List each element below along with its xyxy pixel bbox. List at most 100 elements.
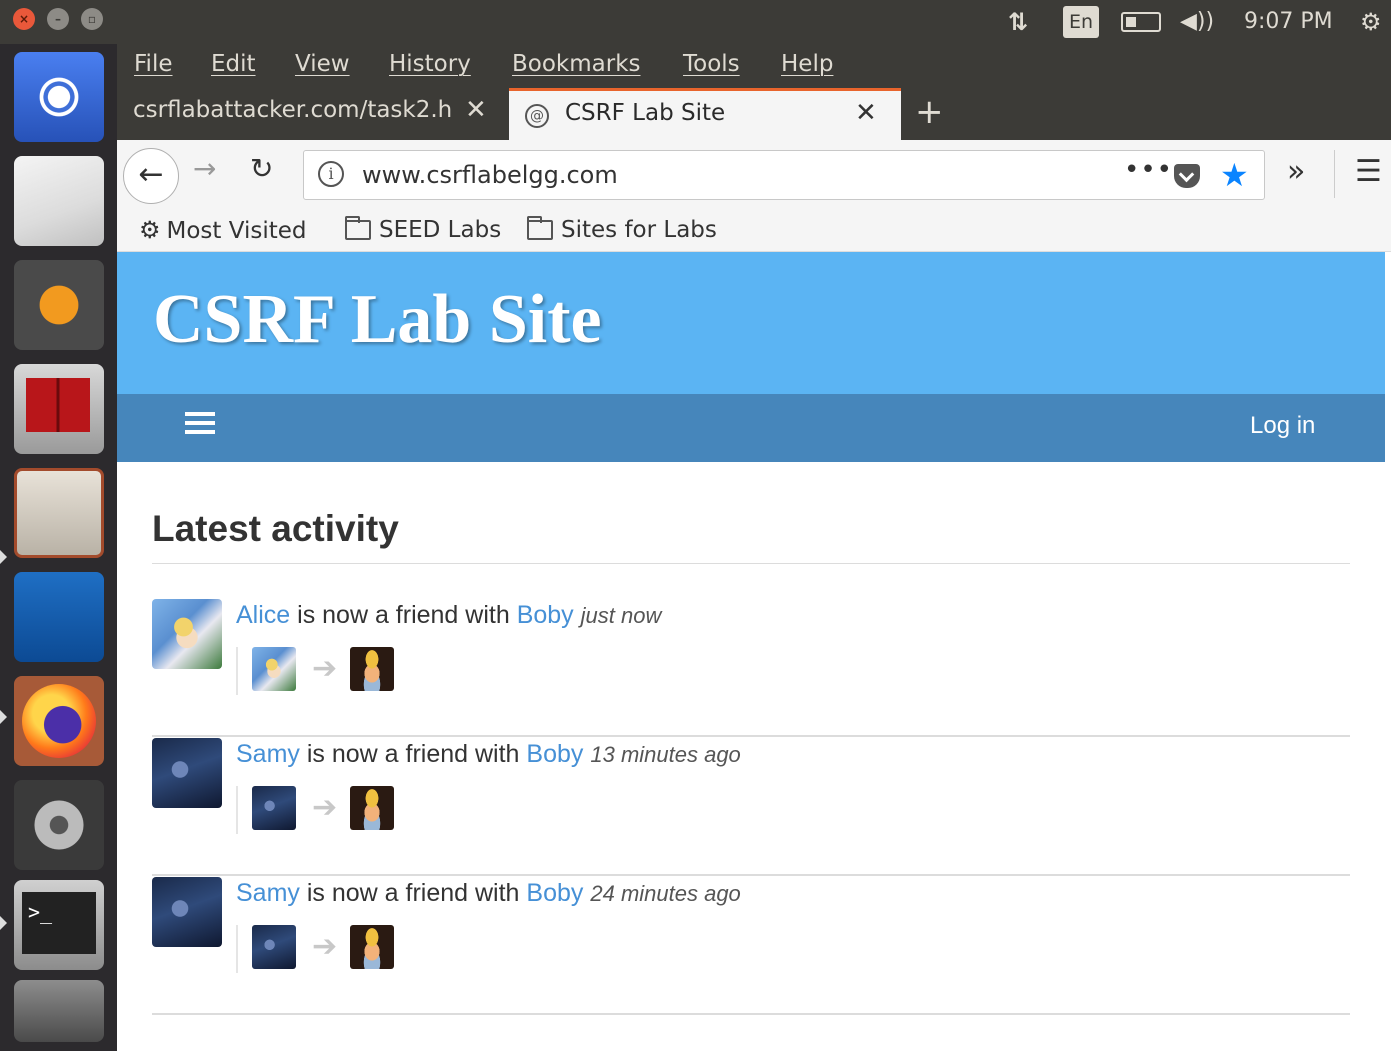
site-menu-icon[interactable] [185, 412, 215, 444]
activity-text: Alice is now a friend with Boby just now [236, 601, 661, 630]
menu-file[interactable]: File [134, 44, 173, 84]
system-gear-icon[interactable]: ⚙ [1360, 0, 1382, 44]
window-maximize-button[interactable]: ▫ [81, 8, 103, 30]
heading-divider [152, 563, 1350, 564]
avatar[interactable] [152, 877, 222, 947]
bookmark-seed-labs[interactable]: SEED Labs [345, 208, 501, 252]
tab-close-icon[interactable]: ✕ [855, 98, 877, 128]
url-text[interactable]: www.csrflabelgg.com [362, 161, 618, 189]
avatar[interactable] [350, 786, 394, 830]
login-link[interactable]: Log in [1250, 412, 1315, 440]
arrow-right-icon: ➔ [312, 791, 338, 824]
forward-button[interactable]: → [193, 152, 216, 185]
activity-item: Alice is now a friend with Boby just now… [152, 599, 1350, 737]
activity-item: Samy is now a friend with Boby 13 minute… [152, 738, 1350, 876]
system-monitor-screen [26, 378, 90, 432]
friendship-attachment: ➔ [236, 786, 394, 834]
menu-help[interactable]: Help [781, 44, 833, 84]
avatar[interactable] [252, 647, 296, 691]
clock[interactable]: 9:07 PM [1244, 0, 1333, 44]
bookmark-label: Sites for Labs [561, 217, 717, 243]
new-tab-button[interactable]: + [915, 88, 944, 136]
terminal-icon[interactable]: >_ [14, 880, 104, 970]
bookmarks-toolbar: ⚙ Most Visited SEED Labs Sites for Labs [117, 208, 1391, 252]
site-title[interactable]: CSRF Lab Site [153, 280, 602, 360]
page-actions-icon[interactable]: ••• [1124, 155, 1173, 185]
tab-title: csrflabattacker.com/task2.h [133, 97, 453, 123]
site-header: CSRF Lab Site [117, 252, 1385, 394]
object-user-link[interactable]: Boby [517, 601, 574, 629]
toolbar-separator [1334, 150, 1335, 198]
keyboard-language-indicator[interactable]: En [1063, 6, 1099, 38]
system-settings-icon[interactable] [14, 780, 104, 870]
arrow-right-icon: ➔ [312, 930, 338, 963]
launcher-running-indicator [0, 916, 7, 930]
volume-icon[interactable]: ◀)) [1180, 0, 1214, 44]
window-close-button[interactable]: × [13, 8, 35, 30]
friendship-attachment: ➔ [236, 925, 394, 973]
battery-icon[interactable] [1121, 12, 1161, 32]
tab-attacker[interactable]: csrflabattacker.com/task2.h ✕ [117, 88, 507, 140]
activity-timestamp: just now [580, 603, 662, 628]
back-button[interactable]: ← [123, 148, 179, 204]
browser-menu-icon[interactable]: ☰ [1355, 154, 1382, 189]
subject-user-link[interactable]: Samy [236, 740, 300, 768]
page-content: CSRF Lab Site Log in Latest activity Ali… [117, 252, 1391, 1051]
sublime-text-icon[interactable] [14, 260, 104, 350]
avatar[interactable] [152, 738, 222, 808]
bookmark-most-visited[interactable]: ⚙ Most Visited [139, 208, 307, 252]
avatar[interactable] [252, 786, 296, 830]
tab-strip: csrflabattacker.com/task2.h ✕ @ CSRF Lab… [117, 84, 1391, 140]
object-user-link[interactable]: Boby [526, 740, 583, 768]
tab-csrf-lab-site[interactable]: @ CSRF Lab Site ✕ [509, 88, 901, 140]
activity-timestamp: 13 minutes ago [590, 742, 741, 767]
activity-text: Samy is now a friend with Boby 13 minute… [236, 740, 741, 769]
gear-icon: ⚙ [139, 216, 161, 244]
avatar[interactable] [252, 925, 296, 969]
launcher: >_ [0, 44, 117, 1051]
activity-timestamp: 24 minutes ago [590, 881, 741, 906]
avatar[interactable] [350, 925, 394, 969]
folder-icon [527, 216, 553, 240]
reload-button[interactable]: ↻ [250, 152, 273, 185]
system-monitor-icon[interactable] [14, 364, 104, 454]
activity-heading: Latest activity [152, 508, 399, 549]
site-info-icon[interactable]: i [318, 161, 344, 187]
pocket-icon[interactable] [1174, 164, 1200, 188]
file-manager-icon[interactable] [14, 468, 104, 558]
bookmark-sites-for-labs[interactable]: Sites for Labs [527, 208, 717, 252]
menu-history[interactable]: History [389, 44, 471, 84]
activity-text: Samy is now a friend with Boby 24 minute… [236, 879, 741, 908]
activity-item: Samy is now a friend with Boby 24 minute… [152, 877, 1350, 1015]
menu-bookmarks[interactable]: Bookmarks [512, 44, 641, 84]
url-bar[interactable]: i www.csrflabelgg.com ••• ★ [303, 150, 1265, 200]
trash-icon[interactable] [14, 980, 104, 1042]
window-minimize-button[interactable]: – [47, 8, 69, 30]
system-top-panel: × – ▫ ⇅ En ◀)) 9:07 PM ⚙ [0, 0, 1391, 44]
ubuntu-dash-icon[interactable] [14, 52, 104, 142]
launcher-running-indicator [0, 550, 7, 564]
subject-user-link[interactable]: Samy [236, 879, 300, 907]
menu-view[interactable]: View [295, 44, 350, 84]
bookmark-star-icon[interactable]: ★ [1220, 156, 1249, 194]
network-icon[interactable]: ⇅ [1008, 0, 1028, 44]
tab-close-icon[interactable]: ✕ [465, 95, 487, 125]
firefox-icon[interactable] [14, 676, 104, 766]
activity-connector: is now a friend with [297, 601, 510, 629]
bookmark-label: SEED Labs [379, 217, 502, 243]
avatar[interactable] [152, 599, 222, 669]
avatar[interactable] [350, 647, 394, 691]
menu-tools[interactable]: Tools [683, 44, 740, 84]
object-user-link[interactable]: Boby [526, 879, 583, 907]
navigation-toolbar: ← → ↻ i www.csrflabelgg.com ••• ★ » ☰ [117, 140, 1391, 208]
subject-user-link[interactable]: Alice [236, 601, 290, 629]
arrow-right-icon: ➔ [312, 652, 338, 685]
text-editor-icon[interactable] [14, 156, 104, 246]
site-favicon-icon: @ [525, 104, 549, 128]
menu-edit[interactable]: Edit [211, 44, 256, 84]
browser-menubar: File Edit View History Bookmarks Tools H… [117, 44, 1391, 84]
activity-connector: is now a friend with [306, 879, 520, 907]
folder-icon [345, 216, 371, 240]
wireshark-icon[interactable] [14, 572, 104, 662]
toolbar-overflow-icon[interactable]: » [1287, 154, 1305, 189]
